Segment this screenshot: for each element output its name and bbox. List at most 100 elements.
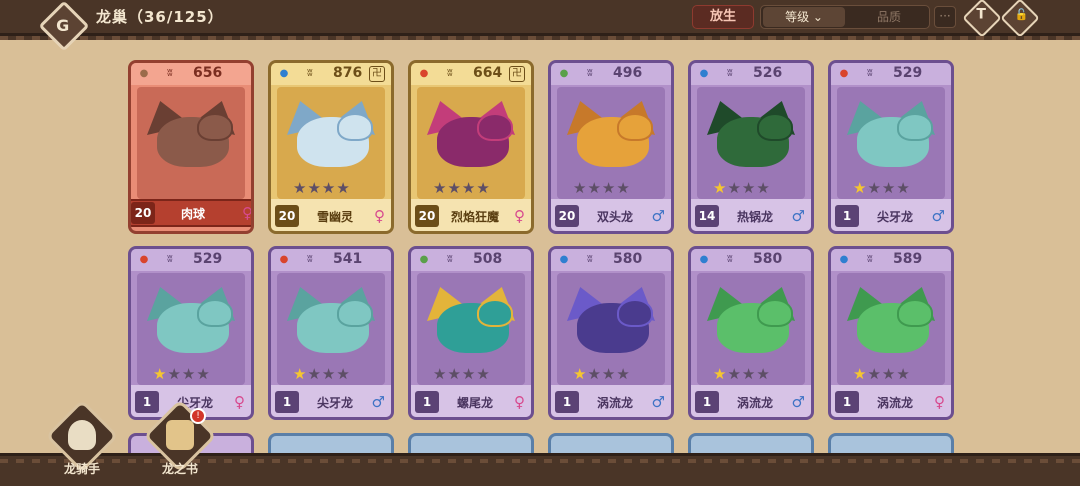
paw-icon: ʬ [307,252,313,265]
power-value: 496 [613,65,643,81]
dragon-card[interactable]: ● ʬ 508 ★★★★ 1 螺尾龙 ♀ [408,246,534,420]
dragon-name: 涡流龙 [736,396,773,410]
level-badge: 1 [555,391,579,413]
paw-icon: ʬ [587,66,593,79]
power-value: 580 [613,251,643,267]
star-empty-icon: ★ [167,365,182,383]
star-empty-icon: ★ [587,179,602,197]
gender-icon: ♀ [514,207,525,225]
power-value: 664 [473,65,503,81]
dragon-rider-button[interactable]: 龙骑手 [45,399,119,482]
star-empty-icon: ★ [896,179,911,197]
dragon-head [897,299,933,327]
dragon-head [757,299,793,327]
star-rating: ★★★★ [853,179,911,197]
power-value: 580 [753,251,783,267]
level-badge: 14 [695,205,719,227]
water-element-icon: ● [559,254,569,265]
lock-button[interactable]: 🔓 [1000,0,1040,38]
dragon-name: 双头龙 [596,210,633,224]
star-filled-icon: ★ [153,365,168,383]
star-filled-icon: ★ [573,365,588,383]
lock-icon[interactable]: 卍 [369,66,385,82]
gender-icon: ♂ [651,207,665,225]
dragon-name: 肉球 [180,207,205,221]
star-empty-icon: ★ [601,179,617,197]
star-empty-icon: ★ [336,365,351,383]
star-empty-icon: ★ [741,365,757,383]
gender-icon: ♀ [514,393,525,411]
dragon-book-label: 龙之书 [161,462,198,476]
star-empty-icon: ★ [196,365,211,383]
dragon-card[interactable]: ● ʬ 876 卍 ★★★★ 20 雪幽灵 ♀ [268,60,394,234]
paw-icon: ʬ [167,252,173,265]
paw-icon: ʬ [447,66,453,79]
top-bar: G 龙巢（36/125） 放生 等级 ⌄ 品质 ··· T 🔓 [0,0,1080,52]
gender-icon: ♀ [934,393,945,411]
star-filled-icon: ★ [713,365,728,383]
star-filled-icon: ★ [293,365,308,383]
level-badge: 1 [415,391,439,413]
back-button[interactable]: G [38,0,90,52]
dragon-head [477,299,513,327]
paw-icon: ʬ [727,252,733,265]
dragon-name: 烈焰狂魔 [450,210,499,224]
star-empty-icon: ★ [601,365,617,383]
release-button[interactable]: 放生 [692,5,754,29]
earth-element-icon: ● [139,68,149,79]
star-rating: ★★★★ [293,365,351,383]
star-empty-icon: ★ [867,179,882,197]
dragon-card[interactable]: ● ʬ 656 20 肉球 ♀ [128,60,254,234]
dragon-card[interactable]: ● ʬ 529 ★★★★ 1 尖牙龙 ♀ [128,246,254,420]
sort-level-button[interactable]: 等级 ⌄ [763,7,845,27]
star-rating: ★★★★ [853,365,911,383]
dragon-card[interactable]: ● ʬ 664 卍 ★★★★ 20 烈焰狂魔 ♀ [408,60,534,234]
level-badge: 20 [415,205,439,227]
dragon-head [337,113,373,141]
dragon-card[interactable]: ● ʬ 526 ★★★★ 14 热锅龙 ♂ [688,60,814,234]
dragon-head [757,113,793,141]
dragon-portrait [137,87,245,199]
dragon-card[interactable]: ● ʬ 541 ★★★★ 1 尖牙龙 ♂ [268,246,394,420]
card-footer: 1 尖牙龙 ♂ [271,385,391,417]
fire-element-icon: ● [279,254,289,265]
paw-icon: ʬ [727,66,733,79]
filter-icon: T [976,6,986,23]
lock-icon[interactable]: 卍 [509,66,525,82]
dragon-card[interactable]: ● ʬ 580 ★★★★ 1 涡流龙 ♂ [688,246,814,420]
name-ribbon: 20 肉球 ♀ [131,199,251,227]
star-empty-icon: ★ [433,179,448,197]
dragon-rider-label: 龙骑手 [63,462,100,476]
star-empty-icon: ★ [881,179,897,197]
gender-icon: ♂ [371,393,385,411]
star-empty-icon: ★ [587,365,602,383]
book-icon [166,420,194,450]
star-filled-icon: ★ [853,179,868,197]
dragon-card[interactable]: ● ʬ 496 ★★★★ 20 双头龙 ♂ [548,60,674,234]
dragon-head [197,299,233,327]
fire-element-icon: ● [839,68,849,79]
dragon-head [337,299,373,327]
dragon-name: 涡流龙 [876,396,913,410]
star-empty-icon: ★ [727,365,742,383]
power-value: 876 [333,65,363,81]
dragon-card[interactable]: ● ʬ 529 ★★★★ 1 尖牙龙 ♂ [828,60,954,234]
card-footer: 20 雪幽灵 ♀ [271,199,391,231]
sort-quality-button[interactable]: 品质 [851,7,927,27]
level-badge: 1 [275,391,299,413]
dragon-book-button[interactable]: ! 龙之书 [143,399,217,482]
star-empty-icon: ★ [756,179,771,197]
dragon-card[interactable]: ● ʬ 580 ★★★★ 1 涡流龙 ♂ [548,246,674,420]
star-empty-icon: ★ [461,179,477,197]
star-empty-icon: ★ [293,179,308,197]
notification-badge: ! [190,408,206,424]
page-title: 龙巢（36/125） [96,8,224,26]
dragon-card[interactable]: ● ʬ 589 ★★★★ 1 涡流龙 ♀ [828,246,954,420]
star-empty-icon: ★ [573,179,588,197]
filter-button[interactable]: T [962,0,1002,38]
leaf-element-icon: ● [419,254,429,265]
water-element-icon: ● [839,254,849,265]
card-footer: 1 涡流龙 ♂ [691,385,811,417]
card-footer: 1 尖牙龙 ♂ [831,199,951,231]
more-button[interactable]: ··· [934,6,956,28]
